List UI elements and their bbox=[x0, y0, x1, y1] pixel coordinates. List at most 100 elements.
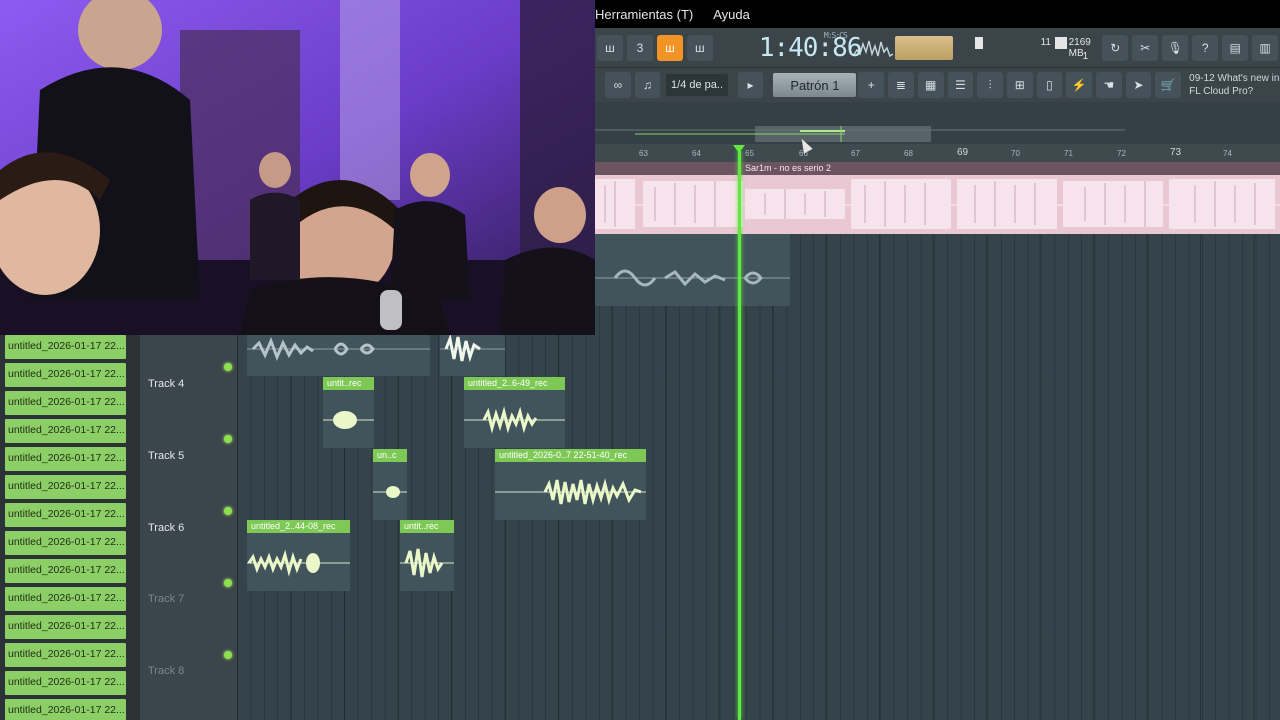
clip-title: untit..rec bbox=[323, 377, 374, 390]
menu-bar: Herramientas (T) Ayuda bbox=[595, 0, 1280, 28]
pattern-selector[interactable]: Patrón 1 bbox=[773, 73, 857, 97]
bar-74: 74 bbox=[1223, 149, 1232, 158]
clip-list-item[interactable]: untitled_2026-01-17 22... bbox=[5, 419, 126, 443]
track6-clip-a[interactable]: untitled_2..44-08_rec bbox=[247, 520, 350, 591]
news-date: 09-12 bbox=[1189, 73, 1215, 84]
clip-list-item[interactable]: untitled_2026-01-17 22... bbox=[5, 587, 126, 611]
clip-list-item[interactable]: untitled_2026-01-17 22... bbox=[5, 391, 126, 415]
master-audio-clip[interactable]: Sar1m - no es serio 2 bbox=[595, 162, 1280, 234]
track-headers: Track 4 Track 5 Track 6 Track 7 Track 8 bbox=[130, 335, 237, 720]
bar-69: 69 bbox=[957, 147, 969, 158]
metronome-icon[interactable]: ♫ bbox=[634, 72, 661, 98]
master-clip-waveform bbox=[595, 179, 1280, 229]
track4-active-led[interactable] bbox=[224, 435, 232, 443]
clip-waveform bbox=[440, 335, 505, 363]
typing-keyboard-icon[interactable]: ш bbox=[656, 34, 683, 61]
play-arrow-icon[interactable]: ▸ bbox=[737, 72, 764, 98]
clip-waveform bbox=[373, 486, 407, 498]
mixer-icon[interactable]: ⫶ bbox=[977, 72, 1003, 98]
clip-waveform bbox=[595, 269, 790, 287]
plugin-icon[interactable]: ⚡ bbox=[1066, 72, 1093, 98]
clip-title: untit..rec bbox=[400, 520, 454, 533]
file-icon[interactable]: ▯ bbox=[1036, 72, 1063, 98]
track3-clip[interactable] bbox=[595, 234, 790, 306]
add-pattern-button[interactable]: + bbox=[858, 72, 885, 98]
link-icon[interactable]: ∞ bbox=[605, 72, 631, 98]
track3-clip-left[interactable] bbox=[247, 335, 430, 376]
cut-icon[interactable]: ✂ bbox=[1132, 34, 1159, 61]
track-6-name[interactable]: Track 6 bbox=[148, 522, 184, 534]
browser-icon[interactable]: ⊞ bbox=[1006, 72, 1033, 98]
countdown-icon[interactable]: ш bbox=[686, 34, 713, 61]
step-icon[interactable]: 3 bbox=[626, 34, 653, 61]
track3-clip-right[interactable] bbox=[440, 335, 505, 376]
bar-67: 67 bbox=[851, 149, 860, 158]
bar-63: 63 bbox=[639, 149, 648, 158]
playhead-line[interactable] bbox=[738, 150, 741, 720]
webcam-scene bbox=[0, 0, 595, 335]
clip-list-item[interactable]: untitled_2026-01-17 22... bbox=[5, 615, 126, 639]
touch-icon[interactable]: ☚ bbox=[1096, 72, 1122, 98]
time-display[interactable]: 1:40:86 M:S:CS bbox=[759, 30, 863, 63]
track5-active-led[interactable] bbox=[224, 507, 232, 515]
clip-list-item[interactable]: untitled_2026-01-17 22... bbox=[5, 335, 126, 359]
clip-list-item[interactable]: untitled_2026-01-17 22... bbox=[5, 363, 126, 387]
track7-active-led[interactable] bbox=[224, 651, 232, 659]
playlist-overview[interactable] bbox=[595, 102, 1280, 144]
tempo-meter[interactable] bbox=[894, 35, 953, 60]
pattern-mode-icon[interactable]: ш bbox=[597, 34, 623, 61]
menu-help[interactable]: Ayuda bbox=[713, 7, 750, 22]
clip-waveform bbox=[323, 411, 374, 429]
track-7-name[interactable]: Track 7 bbox=[148, 593, 184, 605]
clip-list-item[interactable]: untitled_2026-01-17 22... bbox=[5, 671, 126, 695]
master-clip-label: Sar1m - no es serio 2 bbox=[595, 162, 1280, 175]
clip-list-item[interactable]: untitled_2026-01-17 22... bbox=[5, 559, 126, 583]
snap-selector[interactable]: 1/4 de pa.. bbox=[666, 74, 728, 96]
send-icon[interactable]: ➤ bbox=[1125, 72, 1152, 98]
clip-title: untitled_2..44-08_rec bbox=[247, 520, 350, 533]
playlist-icon[interactable]: ≣ bbox=[888, 72, 914, 98]
clip-list-item[interactable]: untitled_2026-01-17 22... bbox=[5, 699, 126, 720]
channel-rack-icon[interactable]: ☰ bbox=[947, 72, 974, 98]
clip-list-item[interactable]: untitled_2026-01-17 22... bbox=[5, 447, 126, 471]
secondary-toolbar: ∞ ♫ 1/4 de pa.. ▸ Patrón 1 + ≣ ▦ ☰ ⫶ ⊞ ▯… bbox=[595, 68, 1280, 102]
polyphony-value: 1 bbox=[1082, 50, 1089, 62]
clip-waveform bbox=[247, 336, 430, 362]
track-8-name[interactable]: Track 8 bbox=[148, 665, 184, 677]
track6-clip-b[interactable]: untit..rec bbox=[400, 520, 454, 591]
track4-clip-a[interactable]: untit..rec bbox=[323, 377, 374, 448]
webcam-overlay bbox=[0, 0, 595, 335]
clip-list-item[interactable]: untitled_2026-01-17 22... bbox=[5, 643, 126, 667]
track-4-name[interactable]: Track 4 bbox=[148, 378, 184, 390]
clip-list-item[interactable]: untitled_2026-01-17 22... bbox=[5, 475, 126, 499]
memory-bar bbox=[1054, 36, 1067, 49]
cpu-value: 11 bbox=[1040, 36, 1051, 48]
clip-list-item[interactable]: untitled_2026-01-17 22... bbox=[5, 503, 126, 527]
save-icon[interactable]: ▤ bbox=[1222, 34, 1249, 61]
clip-waveform bbox=[247, 549, 350, 577]
clip-waveform bbox=[495, 478, 646, 506]
bar-71: 71 bbox=[1064, 149, 1073, 158]
help-icon[interactable]: ? bbox=[1192, 34, 1219, 61]
menu-tools[interactable]: Herramientas (T) bbox=[595, 7, 693, 22]
track-5-name[interactable]: Track 5 bbox=[148, 450, 184, 462]
track3-active-led[interactable] bbox=[224, 363, 232, 371]
track4-clip-b[interactable]: untitled_2..6-49_rec bbox=[464, 377, 565, 448]
clip-list-item[interactable]: untitled_2026-01-17 22... bbox=[5, 531, 126, 555]
timeline-ruler[interactable]: 63 64 65 66 67 68 69 70 71 72 73 74 bbox=[595, 144, 1280, 162]
bar-70: 70 bbox=[1011, 149, 1020, 158]
undo-history-icon[interactable]: ↻ bbox=[1102, 34, 1129, 61]
track5-clip-b[interactable]: untitled_2026-0..7 22-51-40_rec bbox=[495, 449, 646, 520]
piano-roll-icon[interactable]: ▦ bbox=[917, 72, 944, 98]
news-panel[interactable]: 09-12 What's new in FL Cloud Pro? bbox=[1189, 72, 1280, 98]
render-icon[interactable]: ▥ bbox=[1252, 34, 1279, 61]
time-format-label: M:S:CS bbox=[823, 30, 848, 40]
clip-title: untitled_2..6-49_rec bbox=[464, 377, 565, 390]
clip-waveform bbox=[400, 548, 454, 578]
shop-icon[interactable]: 🛒 bbox=[1155, 72, 1182, 98]
track6-active-led[interactable] bbox=[224, 579, 232, 587]
microphone-icon[interactable]: 🎙 bbox=[1162, 34, 1189, 61]
track5-clip-a[interactable]: un..c bbox=[373, 449, 407, 520]
clip-title: untitled_2026-0..7 22-51-40_rec bbox=[495, 449, 646, 462]
playhead-marker-icon[interactable] bbox=[733, 145, 745, 153]
